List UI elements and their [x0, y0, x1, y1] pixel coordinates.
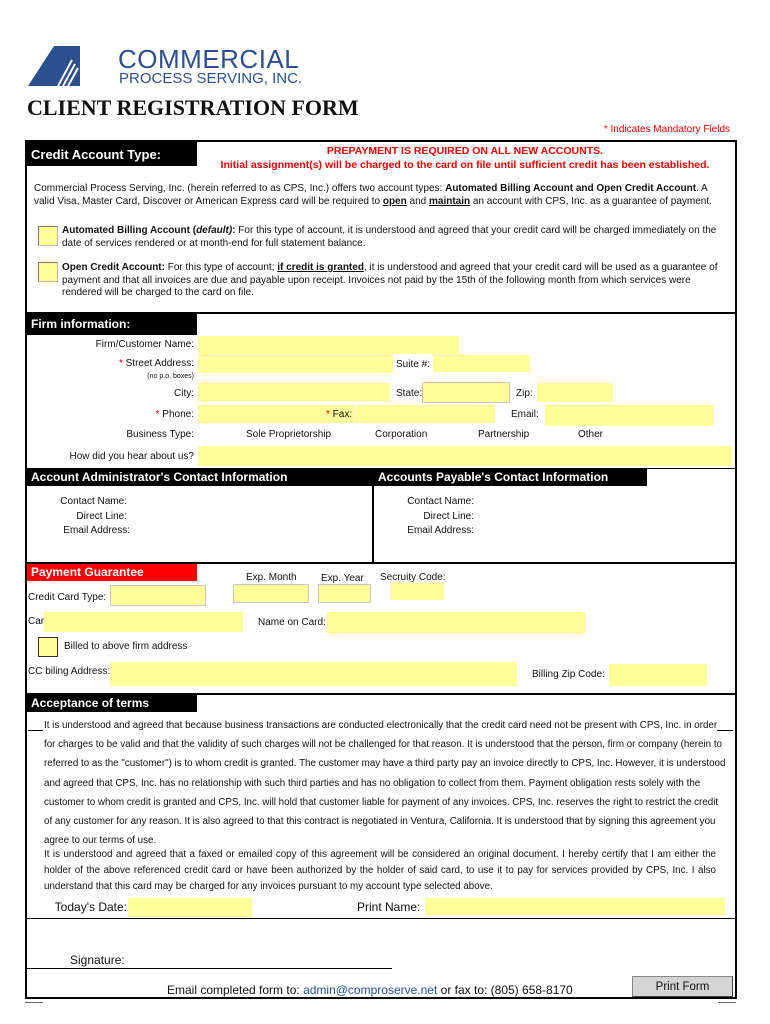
suite-label: Suite #:	[396, 359, 430, 370]
admin-contact-label: Contact Name:	[60, 496, 127, 507]
ap-header: Accounts Payable's Contact Information	[374, 469, 647, 486]
billed-above-checkbox[interactable]	[38, 637, 58, 657]
phone-label: * Phone:	[156, 409, 194, 420]
street-label: * Street Address:	[119, 358, 194, 369]
terms-header: Acceptance of terms	[27, 695, 197, 712]
intro-maintain: maintain	[428, 196, 471, 207]
admin-direct-label: Direct Line:	[76, 511, 127, 522]
state-label: State:	[396, 388, 423, 399]
card-type-label: Credit Card Type:	[28, 592, 107, 603]
suite-input[interactable]	[433, 355, 530, 372]
firm-header: Firm information:	[27, 314, 197, 335]
hear-label: How did you hear about us?	[69, 451, 194, 462]
security-code-input[interactable]	[391, 583, 444, 600]
intro-text: and	[406, 196, 429, 207]
footer-email-link[interactable]: admin@comproserve.net	[303, 983, 437, 997]
prepayment-notice: PREPAYMENT IS REQUIRED ON ALL NEW ACCOUN…	[326, 145, 604, 157]
city-input[interactable]	[198, 383, 390, 401]
ap-email-label: Email Address:	[407, 525, 474, 536]
city-label: City:	[174, 388, 194, 399]
decor-line	[25, 1002, 43, 1003]
street-label-text: Street Address:	[122, 358, 194, 369]
open-credit-checkbox[interactable]	[38, 262, 58, 282]
signature-line	[25, 968, 392, 969]
signature-label: Signature:	[70, 953, 125, 967]
email-input[interactable]	[545, 405, 713, 426]
auto-default: default)	[196, 225, 233, 236]
footer-email-prefix: Email completed form to:	[167, 983, 304, 997]
business-type-sole[interactable]: Sole Proprietorship	[246, 429, 331, 440]
intro-open: open	[382, 196, 407, 207]
open-credit-text: Open Credit Account: For this type of ac…	[62, 262, 730, 300]
firm-name-input[interactable]	[198, 336, 459, 354]
exp-month-label: Exp. Month	[246, 572, 297, 583]
admin-header: Account Administrator's Contact Informat…	[27, 469, 372, 486]
open-text: For this type of account;	[164, 262, 278, 273]
cc-address-input[interactable]	[110, 662, 517, 686]
firm-name-label: Firm/Customer Name:	[95, 339, 194, 350]
hear-input[interactable]	[198, 446, 732, 466]
fax-label-text: Fax:	[329, 409, 353, 420]
ap-contact-label: Contact Name:	[407, 496, 474, 507]
admin-email-label: Email Address:	[63, 525, 130, 536]
footer-text: Email completed form to: admin@comproser…	[167, 983, 573, 997]
billed-above-label: Billed to above firm address	[64, 641, 188, 652]
mandatory-note: * Indicates Mandatory Fields	[603, 124, 730, 135]
date-label: Today's Date:	[54, 900, 127, 914]
business-type-corporation[interactable]: Corporation	[375, 429, 427, 440]
date-input[interactable]	[128, 898, 252, 917]
exp-year-input[interactable]	[318, 584, 371, 603]
automated-billing-text: Automated Billing Account (default): For…	[62, 225, 730, 250]
intro-bold: Automated Billing Account and Open Credi…	[445, 183, 697, 194]
state-input[interactable]	[422, 382, 510, 403]
footer-fax: or fax to: (805) 658-8170	[437, 983, 573, 997]
account-intro: Commercial Process Serving, Inc. (herein…	[34, 182, 730, 208]
card-number-input[interactable]	[44, 612, 243, 632]
auto-title: Automated Billing Account (	[62, 225, 197, 236]
logo-subtext: PROCESS SERVING, INC.	[119, 70, 303, 87]
automated-billing-checkbox[interactable]	[38, 226, 58, 246]
card-type-input[interactable]	[110, 585, 206, 606]
business-type-partnership[interactable]: Partnership	[478, 429, 529, 440]
exp-year-label: Exp. Year	[321, 573, 364, 584]
name-on-card-label: Name on Card:	[258, 617, 326, 628]
print-name-input[interactable]	[425, 898, 725, 915]
name-on-card-input[interactable]	[327, 612, 585, 633]
business-type-label: Business Type:	[126, 429, 194, 440]
phone-label-text: Phone:	[159, 409, 194, 420]
fax-input[interactable]	[356, 405, 495, 423]
intro-text: an account with CPS, Inc. as a guarantee…	[470, 196, 712, 207]
security-code-label: Secruity Code:	[380, 572, 446, 583]
billing-zip-label: Billing Zip Code:	[532, 669, 605, 680]
print-name-label: Print Name:	[357, 900, 421, 914]
street-input[interactable]	[198, 355, 393, 373]
payment-header: Payment Guarantee	[27, 564, 197, 581]
assignment-notice: Initial assignment(s) will be charged to…	[220, 159, 710, 171]
ap-direct-label: Direct Line:	[423, 511, 474, 522]
page-title: CLIENT REGISTRATION FORM	[27, 95, 359, 120]
business-type-other[interactable]: Other	[578, 429, 603, 440]
divider	[25, 918, 737, 919]
billing-zip-input[interactable]	[609, 664, 707, 686]
open-granted: if credit is granted	[277, 262, 364, 273]
zip-label: Zip:	[516, 388, 533, 399]
decor-line	[718, 1002, 736, 1003]
exp-month-input[interactable]	[233, 584, 309, 603]
decor-line	[28, 730, 43, 731]
terms-paragraph-2: It is understood and agreed that a faxed…	[44, 849, 716, 892]
open-title: Open Credit Account:	[62, 262, 165, 273]
zip-input[interactable]	[537, 383, 613, 402]
cc-address-label: CC biling Address:	[28, 666, 111, 677]
logo-mark-icon	[28, 46, 80, 86]
no-po-note: (no p.o. boxes)	[147, 373, 194, 380]
intro-text: Commercial Process Serving, Inc. (herein…	[34, 183, 446, 194]
print-form-button[interactable]: Print Form	[632, 976, 733, 997]
divider	[372, 469, 374, 563]
email-label: Email:	[511, 409, 539, 420]
fax-label: * Fax:	[326, 409, 352, 420]
terms-paragraph-1: It is understood and agreed that because…	[44, 720, 726, 847]
credit-account-header: Credit Account Type:	[27, 142, 197, 166]
